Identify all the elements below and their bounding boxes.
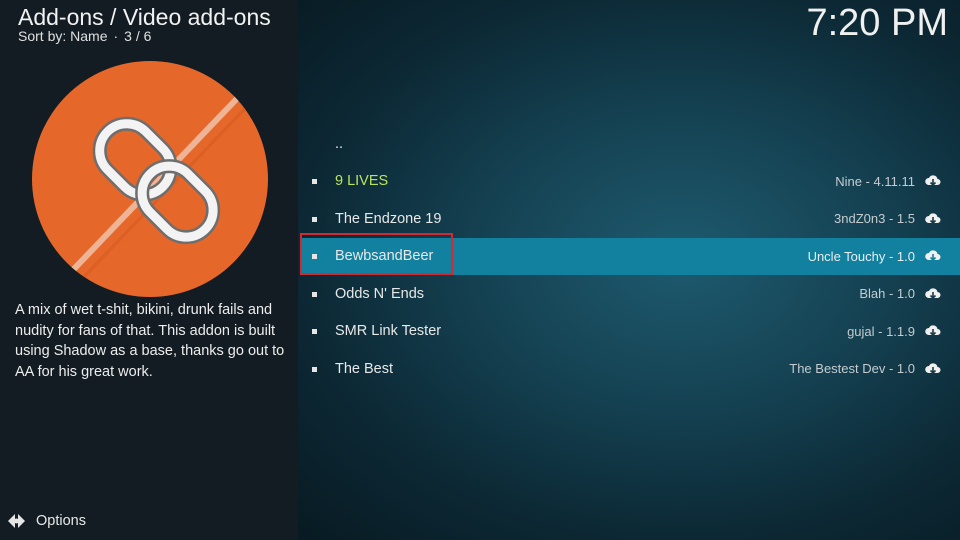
addon-name: The Best xyxy=(335,360,394,377)
addon-version: 3ndZ0n3 - 1.5 xyxy=(834,211,915,227)
addon-name: The Endzone 19 xyxy=(335,210,442,227)
bullet-icon xyxy=(312,291,317,297)
bullet-icon xyxy=(312,216,317,222)
cloud-download-icon xyxy=(925,288,941,299)
list-item[interactable]: The Endzone 19 3ndZ0n3 - 1.5 xyxy=(300,200,960,238)
addon-description: A mix of wet t-shit, bikini, drunk fails… xyxy=(15,302,285,380)
list-item[interactable]: Odds N' Ends Blah - 1.0 xyxy=(300,275,960,313)
list-item[interactable]: 9 LIVES Nine - 4.11.11 xyxy=(300,163,960,201)
bullet-icon xyxy=(312,254,317,260)
parent-folder-item[interactable]: .. xyxy=(300,125,960,163)
addon-name: Odds N' Ends xyxy=(335,285,425,302)
addon-version: gujal - 1.1.9 xyxy=(847,323,915,339)
parent-folder-label: .. xyxy=(335,135,344,152)
addon-name: BewbsandBeer xyxy=(335,248,434,265)
addon-list: .. 9 LIVES Nine - 4.11.11 The Endzone 19… xyxy=(300,125,960,388)
cloud-download-icon xyxy=(925,363,941,374)
sort-info: Sort by: Name · 3 / 6 xyxy=(18,28,152,44)
addon-version: Blah - 1.0 xyxy=(859,286,915,302)
addon-name: SMR Link Tester xyxy=(335,323,442,340)
addon-version: Uncle Touchy - 1.0 xyxy=(807,248,915,264)
list-item[interactable]: The Best The Bestest Dev - 1.0 xyxy=(300,350,960,388)
addon-version: Nine - 4.11.11 xyxy=(835,173,915,189)
cloud-download-icon xyxy=(925,213,941,224)
cloud-download-icon xyxy=(925,175,941,187)
list-item[interactable]: SMR Link Tester gujal - 1.1.9 xyxy=(300,313,960,351)
chain-link-icon xyxy=(32,61,268,297)
sort-label[interactable]: Sort by: Name xyxy=(18,28,107,44)
options-arrows-icon xyxy=(8,514,25,528)
addon-name: 9 LIVES xyxy=(335,173,389,190)
options-button[interactable]: Options xyxy=(8,510,86,532)
bullet-icon xyxy=(312,366,317,372)
page-title: Add-ons / Video add-ons xyxy=(18,4,271,30)
bullet-icon xyxy=(312,329,317,335)
options-label: Options xyxy=(36,513,86,529)
clock: 7:20 PM xyxy=(806,2,948,44)
bullet-icon xyxy=(312,179,317,185)
list-item-selected[interactable]: BewbsandBeer Uncle Touchy - 1.0 xyxy=(300,237,960,275)
item-position: 3 / 6 xyxy=(124,28,152,44)
cloud-download-icon xyxy=(925,250,941,262)
cloud-download-icon xyxy=(925,325,941,337)
addon-version: The Bestest Dev - 1.0 xyxy=(789,361,915,377)
